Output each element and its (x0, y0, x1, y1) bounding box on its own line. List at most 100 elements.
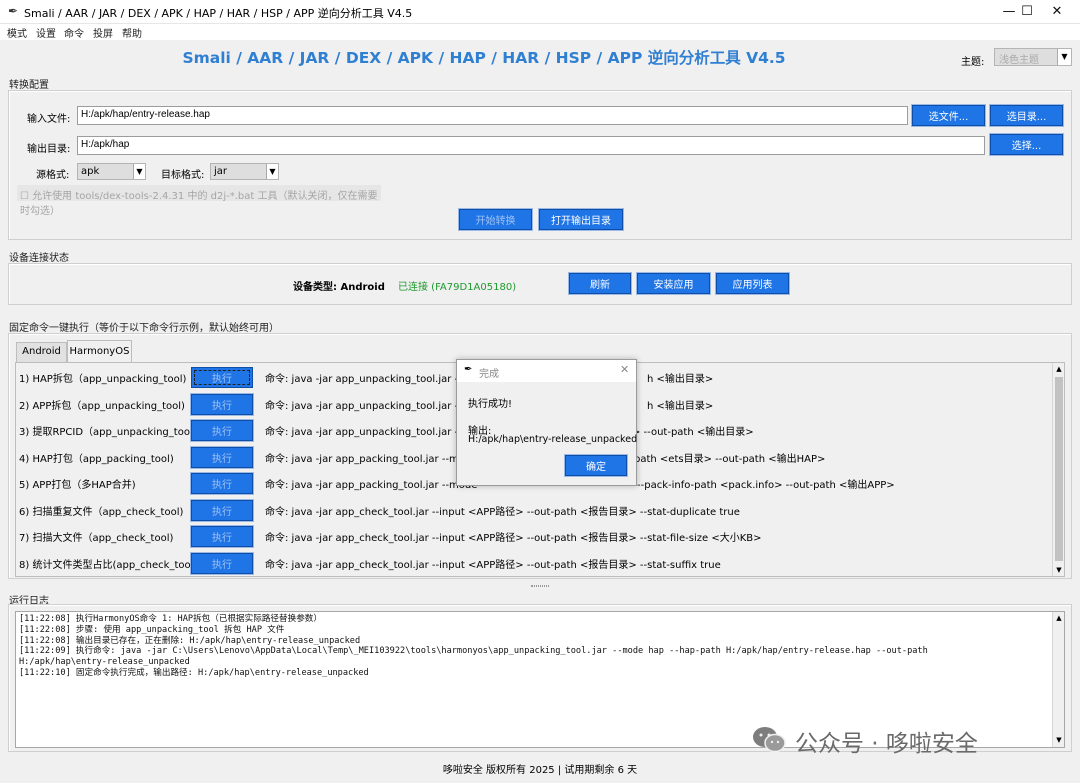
command-row-label: 3) 提取RPCID（app_unpacking_tool) (19, 427, 197, 438)
execute-button[interactable]: 执行 (190, 446, 254, 469)
dialog-title: 完成 (479, 369, 499, 380)
app-list-button[interactable]: 应用列表 (715, 272, 790, 295)
src-format-label: 源格式: (36, 170, 70, 181)
menu-mode[interactable]: 模式 (7, 25, 27, 40)
install-app-button[interactable]: 安装应用 (636, 272, 711, 295)
command-row-label: 1) HAP拆包（app_unpacking_tool) (19, 374, 187, 385)
log-line: [11:22:08] 执行HarmonyOS命令 1: HAP拆包（已根据实际路… (19, 614, 322, 624)
chevron-down-icon: ▼ (133, 164, 145, 179)
log-scrollbar[interactable]: ▲ ▼ (1052, 612, 1064, 747)
command-text: 命令: java -jar app_unpacking_tool.jar --m… (265, 427, 478, 438)
select-dir-button[interactable]: 选目录... (989, 104, 1064, 127)
command-row-label: 8) 统计文件类型占比(app_check_tool) (19, 560, 198, 571)
theme-select[interactable]: 浅色主题 ▼ (994, 48, 1072, 66)
command-text: 命令: java -jar app_unpacking_tool.jar --m… (265, 401, 478, 412)
open-output-button[interactable]: 打开输出目录 (538, 208, 624, 231)
scroll-down-icon[interactable]: ▼ (1053, 564, 1065, 576)
execute-button[interactable]: 执行 (190, 419, 254, 442)
command-text-tail: --pack-info-path <pack.info> --out-path … (637, 480, 895, 491)
device-group (8, 263, 1072, 305)
commands-scrollbar[interactable]: ▲ ▼ (1052, 363, 1064, 576)
execute-button[interactable]: 执行 (190, 552, 254, 575)
command-text-tail: > --out-path <输出目录> (632, 427, 754, 438)
menu-settings[interactable]: 设置 (36, 25, 56, 40)
log-line: [11:22:08] 步骤: 使用 app_unpacking_tool 拆包 … (19, 624, 285, 635)
execute-button[interactable]: 执行 (190, 499, 254, 522)
scroll-up-icon[interactable]: ▲ (1053, 363, 1065, 375)
log-lines: [11:22:08] 执行HarmonyOS命令 1: HAP拆包（已根据实际路… (19, 614, 1061, 679)
command-row-label: 2) APP拆包（app_unpacking_tool) (19, 401, 185, 412)
input-file-field[interactable]: H:/apk/hap/entry-release.hap (77, 106, 908, 125)
select-file-button[interactable]: 选文件... (911, 104, 986, 127)
dialog-message: 执行成功! (468, 399, 513, 410)
dialog-output-path: H:/apk/hap\entry-release_unpacked (468, 434, 638, 445)
choose-output-button[interactable]: 选择... (989, 133, 1064, 156)
refresh-button[interactable]: 刷新 (568, 272, 632, 295)
d2j-option-row[interactable]: ☐ 允许使用 tools/dex-tools-2.4.31 中的 d2j-*.b… (17, 185, 381, 217)
dst-format-label: 目标格式: (161, 170, 205, 181)
dialog-close-icon[interactable]: ✕ (620, 363, 629, 376)
theme-label: 主题: (961, 57, 985, 68)
execute-button[interactable]: 执行 (190, 393, 254, 416)
wechat-logo-icon (751, 725, 787, 753)
dialog-ok-button[interactable]: 确定 (564, 454, 628, 477)
src-format-select[interactable]: apk ▼ (77, 163, 146, 180)
input-file-label: 输入文件: (27, 114, 71, 125)
tab-harmonyos[interactable]: HarmonyOS (67, 340, 132, 362)
scroll-up-icon[interactable]: ▲ (1053, 612, 1065, 624)
title-bar: ✒ Smali / AAR / JAR / DEX / APK / HAP / … (0, 0, 1080, 24)
command-text: 命令: java -jar app_unpacking_tool.jar --m… (265, 374, 478, 385)
scroll-thumb[interactable] (1055, 377, 1063, 561)
feather-icon: ✒ (464, 364, 473, 375)
device-status-text: 已连接 (FA79D1A05180) (398, 282, 517, 293)
footer-text: 哆啦安全 版权所有 2025 | 试用期剩余 6 天 (442, 765, 638, 776)
commands-section-label: 固定命令一键执行（等价于以下命令行示例，默认始终可用） (9, 323, 279, 334)
menu-help[interactable]: 帮助 (122, 25, 142, 40)
close-button[interactable]: ✕ (1034, 0, 1080, 24)
log-line: [11:22:09] 执行命令: java -jar C:\Users\Leno… (19, 646, 928, 657)
command-row-label: 7) 扫描大文件（app_check_tool) (19, 533, 174, 544)
scroll-down-icon[interactable]: ▼ (1053, 734, 1065, 746)
checkbox-icon: ☐ (20, 191, 29, 202)
command-text-tail: h <输出目录> (647, 401, 714, 412)
command-row-label: 4) HAP打包（app_packing_tool) (19, 454, 174, 465)
convert-section-label: 转换配置 (9, 80, 49, 91)
execute-button[interactable]: 执行 (190, 525, 254, 548)
watermark-text: 公众号 · 哆啦安全 (795, 731, 978, 757)
app-headline: Smali / AAR / JAR / DEX / APK / HAP / HA… (182, 49, 786, 67)
log-line: [11:22:08] 输出目录已存在，正在删除: H:/apk/hap\entr… (19, 635, 361, 646)
tab-android[interactable]: Android (16, 342, 67, 362)
command-text-tail: path <ets目录> --out-path <输出HAP> (634, 454, 826, 465)
dialog-title-bar: ✒ 完成 ✕ (457, 360, 636, 382)
menu-mirror[interactable]: 投屏 (93, 25, 113, 40)
completion-dialog: ✒ 完成 ✕ 执行成功! 输出: H:/apk/hap\entry-releas… (456, 359, 637, 486)
log-line: H:/apk/hap\entry-release_unpacked (19, 657, 190, 668)
command-text: 命令: java -jar app_packing_tool.jar --mod… (265, 454, 478, 465)
command-text: 命令: java -jar app_check_tool.jar --input… (265, 507, 740, 518)
pane-splitter-handle[interactable] (531, 585, 549, 587)
command-text-tail: h <输出目录> (647, 374, 714, 385)
menu-command[interactable]: 命令 (64, 25, 84, 40)
device-section-label: 设备连接状态 (9, 253, 69, 264)
start-convert-button[interactable]: 开始转换 (458, 208, 533, 231)
execute-button[interactable]: 执行 (190, 472, 254, 495)
log-line: [11:22:10] 固定命令执行完成，输出路径: H:/apk/hap\ent… (19, 667, 369, 678)
src-format-value: apk (81, 166, 100, 177)
chevron-down-icon: ▼ (1057, 49, 1071, 65)
theme-select-value: 浅色主题 (999, 55, 1039, 66)
command-row-label: 6) 扫描重复文件（app_check_tool) (19, 507, 184, 518)
command-row-label: 5) APP打包（多HAP合并) (19, 480, 136, 491)
output-dir-field[interactable]: H:/apk/hap (77, 136, 985, 155)
output-dir-label: 输出目录: (27, 144, 71, 155)
window-title: Smali / AAR / JAR / DEX / APK / HAP / HA… (24, 7, 413, 20)
dst-format-value: jar (214, 166, 228, 177)
execute-button[interactable]: 执行 (191, 367, 253, 388)
command-text: 命令: java -jar app_check_tool.jar --input… (265, 560, 721, 571)
menu-bar: 模式 设置 命令 投屏 帮助 (0, 24, 1080, 40)
feather-icon: ✒ (8, 4, 19, 18)
chevron-down-icon: ▼ (266, 164, 278, 179)
command-text: 命令: java -jar app_check_tool.jar --input… (265, 533, 762, 544)
dst-format-select[interactable]: jar ▼ (210, 163, 279, 180)
command-text: 命令: java -jar app_packing_tool.jar --mod… (265, 480, 478, 491)
device-type-label: 设备类型: Android (293, 282, 385, 293)
